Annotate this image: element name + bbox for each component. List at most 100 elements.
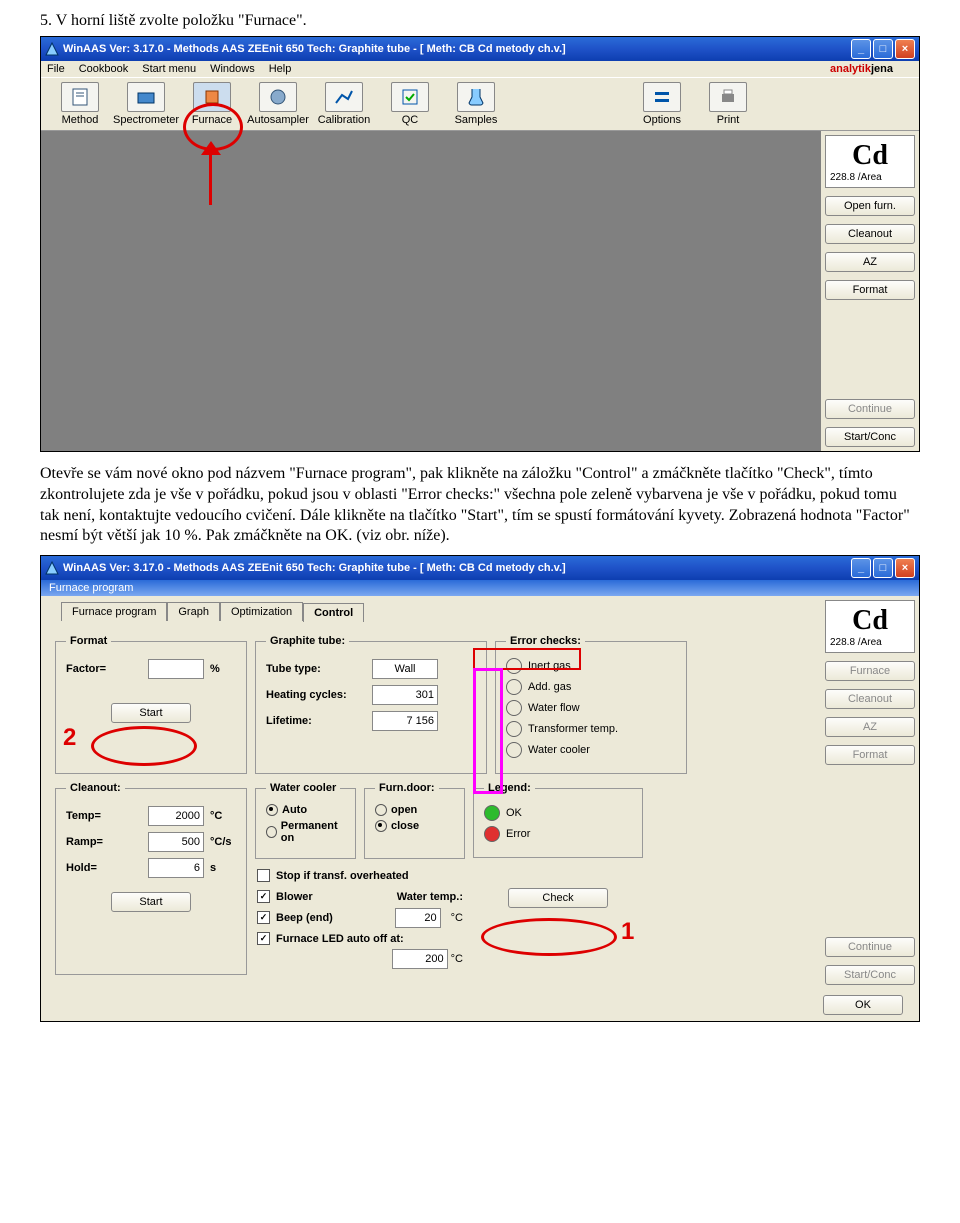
radio-open[interactable]: open bbox=[375, 804, 454, 816]
ok-button[interactable]: OK bbox=[823, 995, 903, 1015]
instruction-5: 5. V horní liště zvolte položku "Furnace… bbox=[40, 12, 920, 30]
ramp-unit: °C/s bbox=[210, 836, 232, 848]
minimize-button[interactable]: _ bbox=[851, 39, 871, 59]
errors-legend: Error checks: bbox=[506, 635, 585, 647]
legend-ok-label: OK bbox=[506, 807, 522, 819]
panel-titlebar: Furnace program bbox=[41, 580, 919, 596]
menu-help[interactable]: Help bbox=[269, 63, 292, 75]
radio-perm[interactable]: Permanent on bbox=[266, 820, 345, 844]
menu-start[interactable]: Start menu bbox=[142, 63, 196, 75]
close-button[interactable]: × bbox=[895, 558, 915, 578]
workarea-2: Furnace program Graph Optimization Contr… bbox=[41, 596, 821, 989]
format-button[interactable]: Format bbox=[825, 280, 915, 300]
annot-check-circle bbox=[481, 918, 617, 956]
tabs: Furnace program Graph Optimization Contr… bbox=[61, 602, 817, 621]
minimize-button[interactable]: _ bbox=[851, 558, 871, 578]
cycles-field bbox=[372, 685, 438, 705]
maximize-button[interactable]: □ bbox=[873, 39, 893, 59]
group-door: Furn.door: open close bbox=[364, 782, 465, 859]
menu-cookbook[interactable]: Cookbook bbox=[79, 63, 129, 75]
element-meta-2: 228.8 /Area bbox=[830, 637, 910, 648]
ramp-field[interactable] bbox=[148, 832, 204, 852]
maximize-button[interactable]: □ bbox=[873, 558, 893, 578]
ec-water-label: Water flow bbox=[528, 702, 580, 714]
led-trans bbox=[506, 721, 522, 737]
tb-options[interactable]: Options bbox=[629, 82, 695, 126]
screenshot-1: WinAAS Ver: 3.17.0 - Methods AAS ZEEnit … bbox=[40, 36, 920, 452]
tab-furnace-program[interactable]: Furnace program bbox=[61, 602, 167, 621]
tb-print[interactable]: Print bbox=[695, 82, 761, 126]
element-display-2: Cd 228.8 /Area bbox=[825, 600, 915, 653]
tb-options-label: Options bbox=[629, 114, 695, 126]
element-display: Cd 228.8 /Area bbox=[825, 135, 915, 188]
lifetime-label: Lifetime: bbox=[266, 715, 366, 727]
legend-err-label: Error bbox=[506, 828, 530, 840]
factor-field bbox=[148, 659, 204, 679]
titlebar-2: WinAAS Ver: 3.17.0 - Methods AAS ZEEnit … bbox=[41, 556, 919, 580]
tb-spectrometer[interactable]: Spectrometer bbox=[113, 82, 179, 126]
hold-label: Hold= bbox=[66, 862, 142, 874]
chk-led[interactable]: ✓Furnace LED auto off at: bbox=[257, 932, 463, 945]
led-off-field[interactable] bbox=[392, 949, 448, 969]
tb-autosampler[interactable]: Autosampler bbox=[245, 82, 311, 126]
ec-cooler-label: Water cooler bbox=[528, 744, 590, 756]
az-button[interactable]: AZ bbox=[825, 252, 915, 272]
tb-calibration-label: Calibration bbox=[311, 114, 377, 126]
graphite-legend: Graphite tube: bbox=[266, 635, 349, 647]
start-conc-button[interactable]: Start/Conc bbox=[825, 427, 915, 447]
tb-autosampler-label: Autosampler bbox=[245, 114, 311, 126]
wt-unit: °C bbox=[451, 912, 463, 924]
window-title: WinAAS Ver: 3.17.0 - Methods AAS ZEEnit … bbox=[63, 43, 851, 55]
tb-qc-label: QC bbox=[377, 114, 443, 126]
chk-stop[interactable]: Stop if transf. overheated bbox=[257, 869, 463, 882]
radio-close[interactable]: close bbox=[375, 820, 454, 832]
tab-control[interactable]: Control bbox=[303, 603, 364, 622]
format-start-button[interactable]: Start bbox=[111, 703, 191, 723]
cleanout-button[interactable]: Cleanout bbox=[825, 224, 915, 244]
right-sidebar: Cd 228.8 /Area Open furn. Cleanout AZ Fo… bbox=[821, 131, 919, 451]
annot-number-1: 1 bbox=[621, 918, 634, 946]
radio-auto[interactable]: Auto bbox=[266, 804, 345, 816]
cooler-legend: Water cooler bbox=[266, 782, 340, 794]
cycles-label: Heating cycles: bbox=[266, 689, 366, 701]
tb-qc[interactable]: QC bbox=[377, 82, 443, 126]
hold-unit: s bbox=[210, 862, 216, 874]
tb-calibration[interactable]: Calibration bbox=[311, 82, 377, 126]
group-cooler: Water cooler Auto Permanent on bbox=[255, 782, 356, 859]
door-legend: Furn.door: bbox=[375, 782, 439, 794]
menu-file[interactable]: File bbox=[47, 63, 65, 75]
format-legend: Format bbox=[66, 635, 111, 647]
tab-optimization[interactable]: Optimization bbox=[220, 602, 303, 621]
temp-label: Temp= bbox=[66, 810, 142, 822]
group-graphite: Graphite tube: Tube type: Heating cycles… bbox=[255, 635, 487, 774]
led-add bbox=[506, 679, 522, 695]
cleanout-start-button[interactable]: Start bbox=[111, 892, 191, 912]
wt-field bbox=[395, 908, 441, 928]
element-symbol: Cd bbox=[830, 140, 910, 172]
factor-label: Factor= bbox=[66, 663, 142, 675]
temp-field[interactable] bbox=[148, 806, 204, 826]
led-ok-icon bbox=[484, 805, 500, 821]
tb-samples-label: Samples bbox=[443, 114, 509, 126]
annot-magenta-box bbox=[473, 668, 503, 794]
group-cleanout: Cleanout: Temp=°C Ramp=°C/s Hold=s Start bbox=[55, 782, 247, 975]
chk-beep[interactable]: ✓Beep (end) bbox=[257, 911, 385, 924]
tab-graph[interactable]: Graph bbox=[167, 602, 220, 621]
annotation-arrow-head bbox=[201, 141, 221, 155]
tb-spectrometer-label: Spectrometer bbox=[113, 114, 179, 126]
chk-blower[interactable]: ✓Blower bbox=[257, 890, 387, 903]
check-button[interactable]: Check bbox=[508, 888, 608, 908]
hold-field[interactable] bbox=[148, 858, 204, 878]
close-button[interactable]: × bbox=[895, 39, 915, 59]
led-water bbox=[506, 700, 522, 716]
side-az-button: AZ bbox=[825, 717, 915, 737]
menu-windows[interactable]: Windows bbox=[210, 63, 255, 75]
tube-type-field bbox=[372, 659, 438, 679]
annot-errors-title-box bbox=[473, 648, 581, 670]
open-furn-button[interactable]: Open furn. bbox=[825, 196, 915, 216]
ec-add-label: Add. gas bbox=[528, 681, 571, 693]
workarea bbox=[41, 131, 821, 451]
temp-unit: °C bbox=[210, 810, 222, 822]
tb-samples[interactable]: Samples bbox=[443, 82, 509, 126]
tb-method[interactable]: Method bbox=[47, 82, 113, 126]
